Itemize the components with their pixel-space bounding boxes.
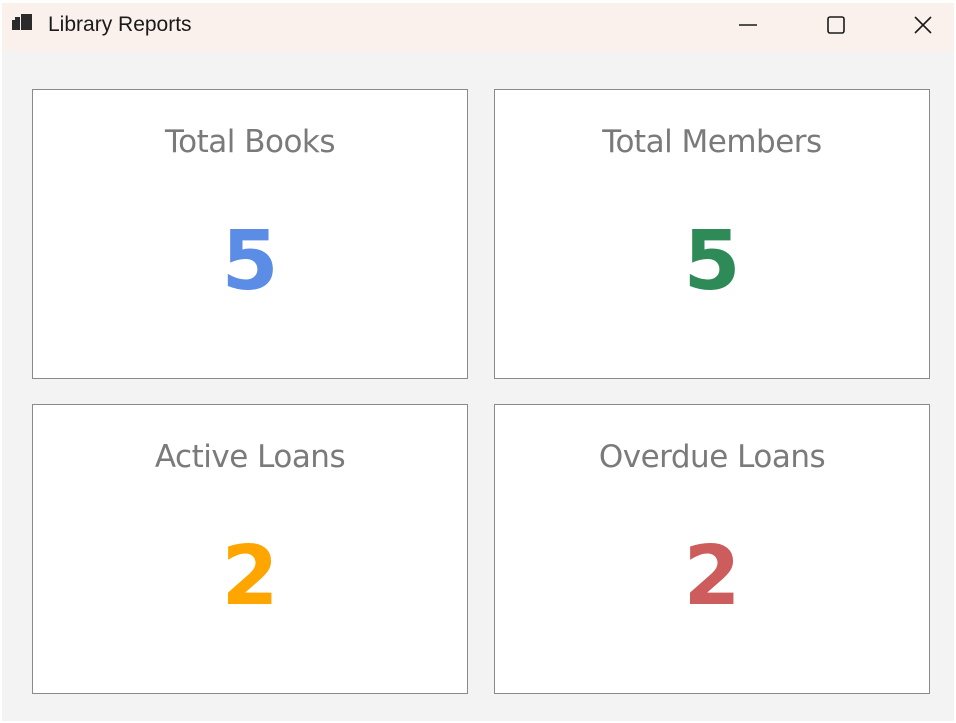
- overdue-loans-value: 2: [683, 529, 741, 624]
- total-members-card: Total Members 5: [494, 89, 930, 379]
- total-members-value: 5: [683, 214, 741, 309]
- active-loans-card: Active Loans 2: [32, 404, 468, 694]
- total-books-value: 5: [221, 214, 279, 309]
- window-title: Library Reports: [48, 13, 192, 36]
- active-loans-value: 2: [221, 529, 279, 624]
- minimize-button[interactable]: [726, 3, 770, 47]
- maximize-button[interactable]: [814, 3, 858, 47]
- total-books-card: Total Books 5: [32, 89, 468, 379]
- card-label: Active Loans: [154, 439, 346, 475]
- card-label: Total Members: [602, 124, 822, 160]
- title-bar[interactable]: Library Reports: [2, 3, 954, 51]
- card-label: Overdue Loans: [598, 439, 826, 475]
- app-icon: [12, 14, 32, 30]
- overdue-loans-card: Overdue Loans 2: [494, 404, 930, 694]
- close-icon: [914, 16, 932, 34]
- card-label: Total Books: [164, 124, 336, 160]
- reports-window: Library Reports Total Books 5 Total Memb…: [2, 3, 954, 721]
- close-button[interactable]: [901, 3, 945, 47]
- minimize-icon: [739, 24, 757, 26]
- maximize-icon: [827, 16, 845, 34]
